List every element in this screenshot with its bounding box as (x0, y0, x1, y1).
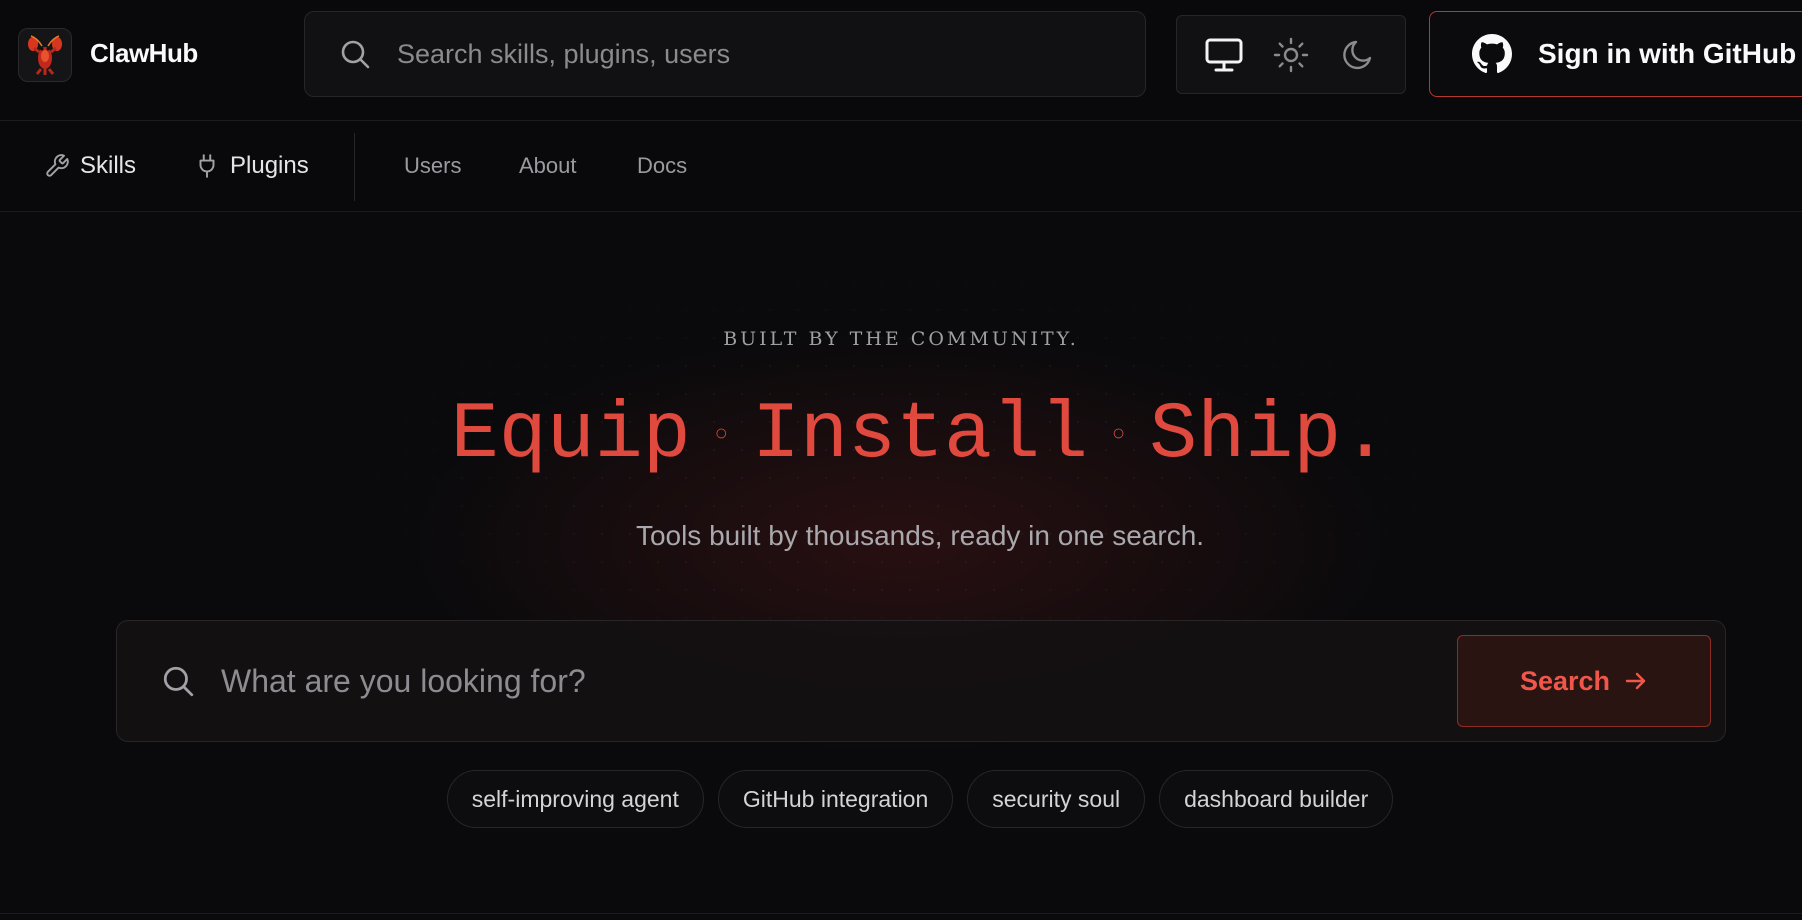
nav-label-plugins: Plugins (230, 152, 309, 179)
search-button[interactable]: Search (1457, 635, 1711, 727)
headline-word-ship: Ship. (1149, 390, 1390, 481)
brand-name[interactable]: ClawHub (90, 38, 198, 69)
nav-item-skills[interactable]: Skills (44, 121, 136, 211)
sign-in-label: Sign in with GitHub (1538, 38, 1797, 69)
main-nav: Skills Plugins Users About Docs (0, 121, 1802, 212)
nav-item-docs[interactable]: Docs (637, 121, 687, 211)
headline-word-equip: Equip (450, 390, 691, 481)
hero-subtitle: Tools built by thousands, ready in one s… (635, 520, 1205, 551)
nav-item-about[interactable]: About (519, 121, 577, 211)
nav-item-users[interactable]: Users (404, 121, 461, 211)
headline-word-install: Install (751, 390, 1089, 481)
chip-security-soul[interactable]: security soul (967, 770, 1146, 828)
theme-switcher (1176, 15, 1406, 94)
lobster-icon (28, 35, 62, 75)
separator-dot: ○ (1112, 422, 1126, 448)
wrench-icon (46, 154, 69, 177)
search-icon (341, 40, 370, 69)
nav-label-skills: Skills (80, 152, 137, 179)
moon-icon[interactable] (1338, 35, 1378, 75)
github-icon (1472, 34, 1512, 74)
chip-github-integration[interactable]: GitHub integration (717, 770, 954, 828)
search-button-label: Search (1519, 665, 1611, 696)
hero-eyebrow: BUILT BY THE COMMUNITY. (723, 328, 1079, 350)
arrow-right-icon (1625, 672, 1646, 690)
sign-in-github-button[interactable]: Sign in with GitHub (1429, 11, 1802, 97)
lobster-logo[interactable] (18, 28, 72, 82)
separator-dot: ○ (714, 422, 728, 448)
top-bar: ClawHub Search skills, plugins, users Si… (0, 0, 1802, 121)
hero-headline: Equip ○ Install ○ Ship. (0, 390, 1802, 481)
section-divider (0, 913, 1802, 914)
hero-search-input[interactable] (219, 661, 1457, 701)
sun-icon[interactable] (1271, 35, 1311, 75)
header-search-input[interactable] (395, 37, 1145, 71)
hero-search-bar[interactable]: Search (116, 620, 1726, 742)
header-search[interactable] (304, 11, 1146, 97)
chip-self-improving-agent[interactable]: self-improving agent (446, 770, 704, 828)
search-icon (163, 666, 194, 697)
chip-dashboard-builder[interactable]: dashboard builder (1159, 770, 1394, 828)
nav-divider (354, 133, 355, 201)
nav-item-plugins[interactable]: Plugins (194, 121, 309, 211)
monitor-icon[interactable] (1204, 35, 1244, 75)
plug-icon (199, 154, 215, 178)
suggestion-chips: self-improving agent GitHub integration … (0, 770, 1802, 828)
